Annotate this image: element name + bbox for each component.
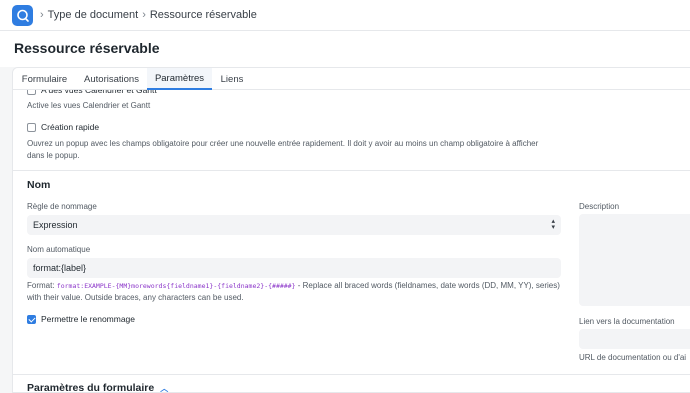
autoname-label: Nom automatique [27, 245, 91, 254]
tab-autorisations[interactable]: Autorisations [76, 68, 147, 90]
quick-entry-description: Ouvrez un popup avec les champs obligato… [27, 139, 539, 160]
autoname-value: format:{label} [33, 263, 87, 273]
chevron-right-icon: › [142, 9, 146, 21]
quick-entry-checkbox[interactable] [27, 123, 36, 132]
logo-mark-icon [17, 9, 29, 22]
doc-url-help: URL de documentation ou d'ai [579, 353, 687, 362]
doc-link-input[interactable] [579, 329, 690, 349]
chevron-right-icon: › [40, 9, 44, 21]
description-textarea[interactable] [579, 214, 690, 306]
page-header: Ressource réservable [0, 31, 690, 67]
naming-section-title: Nom [27, 179, 51, 191]
doc-link-label: Lien vers la documentation [579, 317, 675, 326]
description-label: Description [579, 202, 620, 211]
form-card: Formulaire Autorisations Paramètres Lien… [12, 67, 690, 393]
breadcrumb-item-doctype[interactable]: Type de document [48, 9, 139, 21]
autoname-input[interactable]: format:{label} [27, 258, 561, 278]
format-prefix: Format: [27, 281, 55, 290]
breadcrumb: › Type de document › Ressource réservabl… [40, 9, 257, 21]
breadcrumb-item-current[interactable]: Ressource réservable [150, 9, 257, 21]
autoname-format-help: Format: format:EXAMPLE-{MM}morewords{fie… [27, 280, 561, 304]
tab-parametres[interactable]: Paramètres [147, 68, 212, 90]
naming-rule-value: Expression [33, 220, 78, 230]
tab-liens[interactable]: Liens [212, 68, 252, 90]
tab-bar: Formulaire Autorisations Paramètres Lien… [13, 68, 690, 90]
page-title: Ressource réservable [14, 40, 160, 56]
form-settings-title-text: Paramètres du formulaire [27, 382, 155, 393]
allow-rename-checkbox[interactable] [27, 315, 36, 324]
section-divider [13, 374, 690, 375]
naming-rule-select[interactable]: Expression ▴ ▾ [27, 215, 561, 235]
naming-rule-label: Règle de nommage [27, 202, 97, 211]
section-divider [13, 170, 690, 171]
quick-entry-label: Création rapide [41, 122, 100, 132]
select-arrows-icon: ▴ ▾ [551, 218, 555, 231]
calendar-gantt-description: Active les vues Calendrier et Gantt [27, 101, 151, 110]
app-logo-icon[interactable] [12, 5, 33, 26]
chevron-up-icon: ︿ [160, 384, 169, 393]
format-code-sample: format:EXAMPLE-{MM}morewords{fieldname1}… [56, 282, 296, 290]
top-navbar: › Type de document › Ressource réservabl… [0, 0, 690, 31]
form-settings-section-title[interactable]: Paramètres du formulaire ︿ [27, 382, 169, 393]
tab-formulaire[interactable]: Formulaire [13, 68, 76, 90]
allow-rename-label: Permettre le renommage [41, 314, 136, 324]
